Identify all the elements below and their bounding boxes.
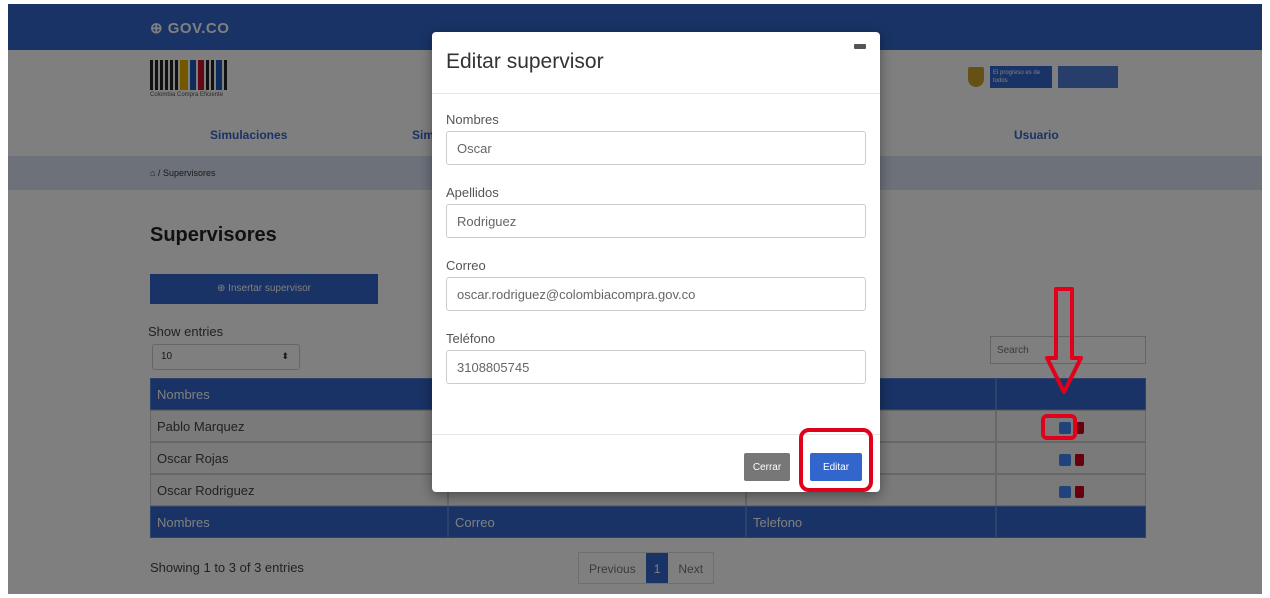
field-nombres: Nombres (446, 112, 866, 165)
highlight-edit-icon (1041, 414, 1077, 440)
field-telefono: Teléfono (446, 331, 866, 384)
modal-body: Nombres Apellidos Correo Teléfono (432, 94, 880, 384)
edit-supervisor-modal: Editar supervisor Nombres Apellidos Corr… (432, 32, 880, 492)
down-arrow-icon (1045, 287, 1083, 394)
label-correo: Correo (446, 258, 486, 273)
field-apellidos: Apellidos (446, 185, 866, 238)
label-telefono: Teléfono (446, 331, 496, 346)
label-apellidos: Apellidos (446, 185, 499, 200)
page-frame: ⊕ GOV.CO Colombia Compra Eficiente El pr… (8, 4, 1262, 594)
highlight-editar-button (799, 428, 873, 492)
telefono-input[interactable] (446, 350, 866, 384)
modal-title: Editar supervisor (446, 50, 604, 73)
minimize-close-icon[interactable] (854, 44, 866, 49)
nombres-input[interactable] (446, 131, 866, 165)
apellidos-input[interactable] (446, 204, 866, 238)
field-correo: Correo (446, 258, 866, 311)
modal-header: Editar supervisor (432, 32, 880, 94)
correo-input[interactable] (446, 277, 866, 311)
cerrar-button[interactable]: Cerrar (744, 453, 790, 481)
label-nombres: Nombres (446, 112, 499, 127)
